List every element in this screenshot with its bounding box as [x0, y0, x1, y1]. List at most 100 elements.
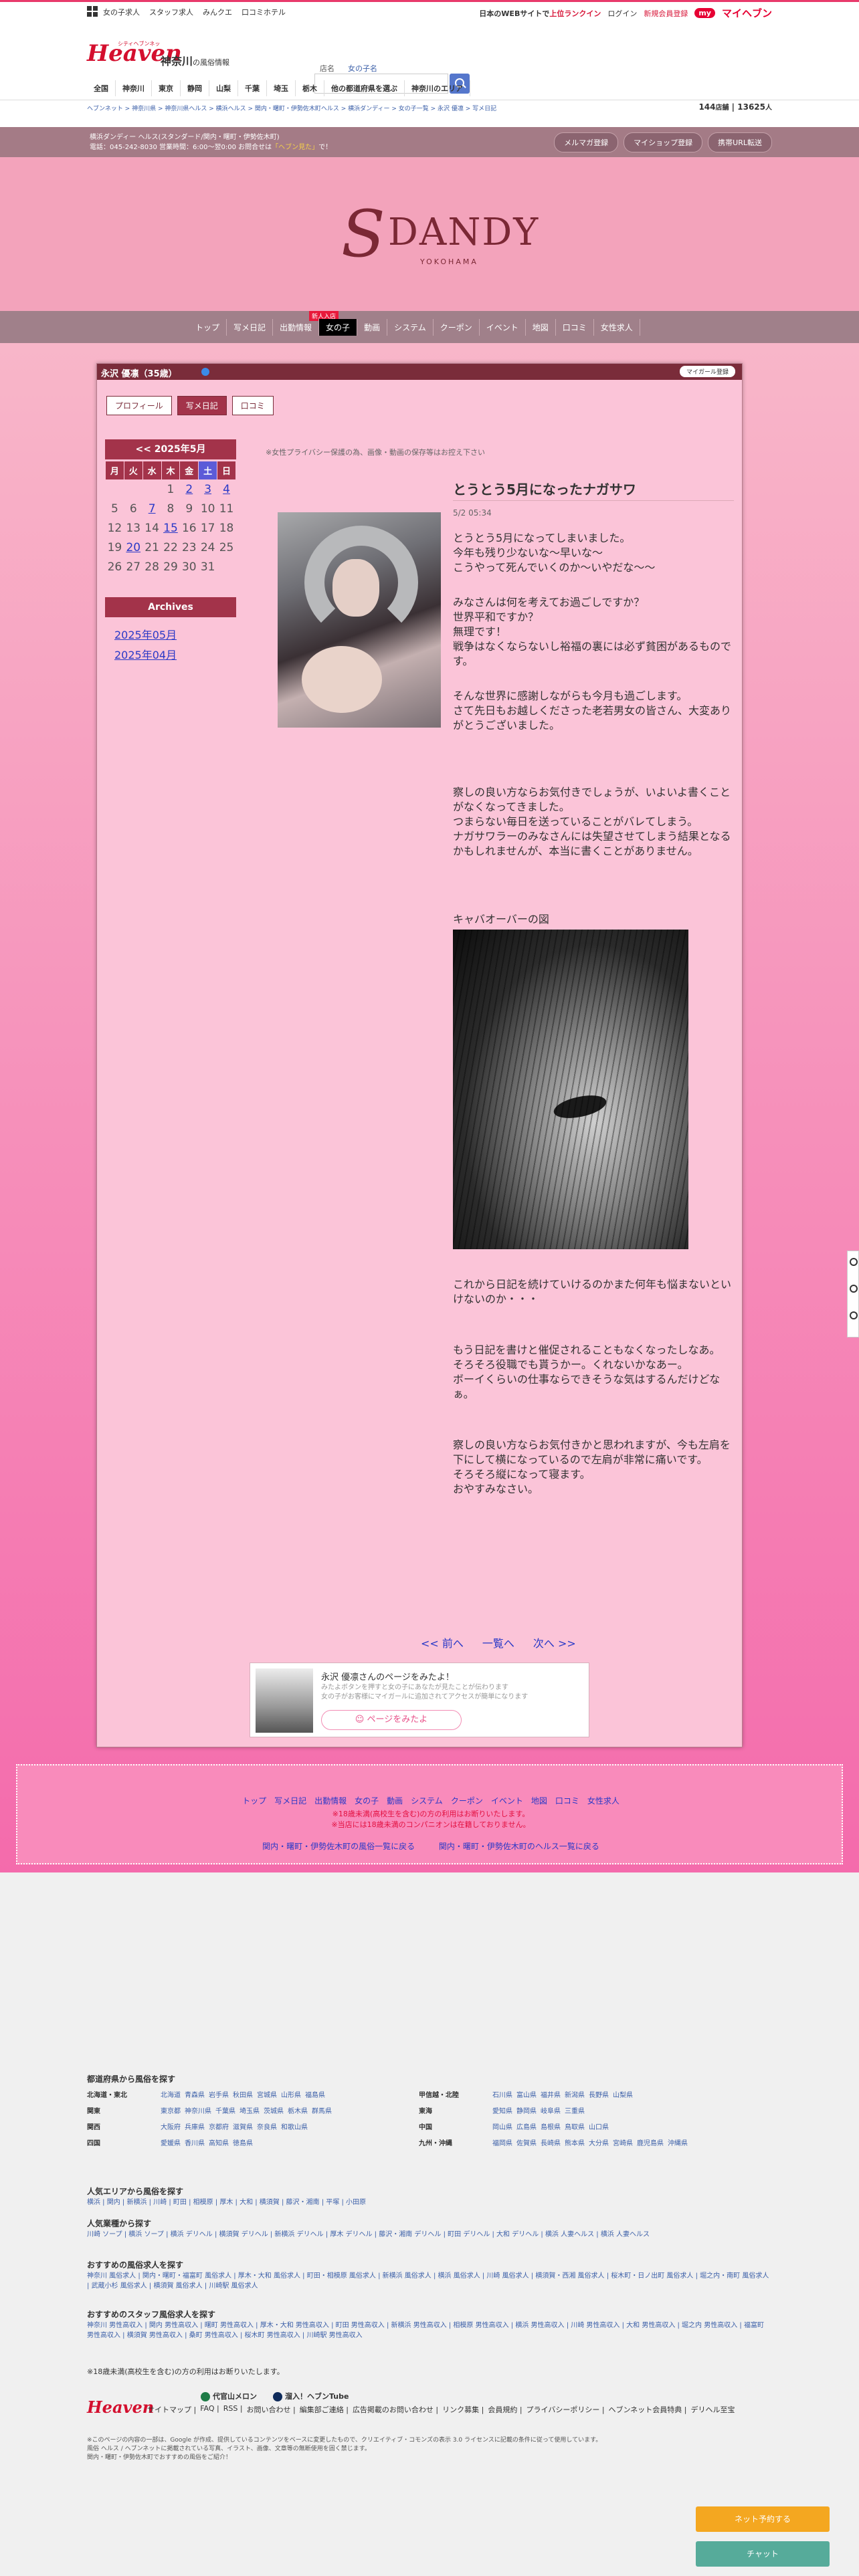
pref-link[interactable]: 大分県	[589, 2140, 613, 2147]
dandy-logo[interactable]: S DANDY YOKOHAMA	[341, 197, 538, 278]
nav-map[interactable]: 地図	[526, 319, 556, 336]
pref-link[interactable]: 栃木県	[288, 2108, 312, 2115]
footer-nav-link[interactable]: 女の子	[351, 1796, 383, 1806]
area-nav-item[interactable]: 全国	[87, 80, 116, 96]
pref-link[interactable]: 茨城県	[264, 2108, 288, 2115]
pref-link[interactable]: 奈良県	[257, 2124, 281, 2131]
mitayo-button[interactable]: ☺ ページをみたよ	[321, 1710, 462, 1730]
top-link-hotel[interactable]: 口コミホテル	[242, 7, 286, 17]
mobile-url-button[interactable]: 携帯URL転送	[708, 132, 772, 152]
pref-link[interactable]: 静岡県	[516, 2108, 541, 2115]
pref-link[interactable]: 島根県	[541, 2124, 565, 2131]
footer-menu-link[interactable]: 編集部ご連絡 |	[300, 2404, 349, 2415]
calendar-day[interactable]: 3	[199, 480, 217, 500]
pref-link[interactable]: 長崎県	[541, 2140, 565, 2147]
area-nav-item[interactable]: 神奈川	[116, 80, 152, 96]
calendar-day[interactable]: 4	[217, 480, 236, 500]
pref-link[interactable]: 岡山県	[492, 2124, 516, 2131]
tab-profile[interactable]: プロフィール	[106, 396, 172, 415]
footer-nav-link[interactable]: 出勤情報	[310, 1796, 351, 1806]
next-link[interactable]: 次へ >>	[533, 1634, 576, 1650]
footer-nav-link[interactable]: 口コミ	[551, 1796, 583, 1806]
pref-link[interactable]: 山梨県	[613, 2092, 637, 2099]
pref-link[interactable]: 兵庫県	[185, 2124, 209, 2131]
pref-link[interactable]: 鳥取県	[565, 2124, 589, 2131]
back-to-area-link[interactable]: 関内・曙町・伊勢佐木町の風俗一覧に戻る	[252, 1842, 425, 1851]
nav-video[interactable]: 動画	[357, 319, 388, 336]
pref-link[interactable]: 神奈川県	[185, 2108, 215, 2115]
pref-link[interactable]: 岩手県	[209, 2092, 233, 2099]
pref-link[interactable]: 滋賀県	[233, 2124, 257, 2131]
pref-link[interactable]: 広島県	[516, 2124, 541, 2131]
pref-link[interactable]: 岐阜県	[541, 2108, 565, 2115]
footer-menu-link[interactable]: FAQ |	[200, 2404, 219, 2415]
nav-diary[interactable]: 写メ日記	[227, 319, 274, 336]
calendar-title[interactable]: << 2025年5月	[105, 439, 236, 459]
popular-type-links[interactable]: 川崎 ソープ | 横浜 ソープ | 横浜 デリヘル | 横須賀 デリヘル | 新…	[87, 2230, 769, 2240]
pref-link[interactable]: 群馬県	[312, 2108, 336, 2115]
net-reserve-button[interactable]: ネット予約する	[696, 2506, 830, 2532]
side-float-bar[interactable]	[847, 1251, 859, 1337]
grid-menu-icon[interactable]	[87, 6, 98, 17]
register-link[interactable]: 新規会員登録	[644, 8, 688, 19]
pref-link[interactable]: 新潟県	[565, 2092, 589, 2099]
pref-link[interactable]: 大阪府	[161, 2124, 185, 2131]
footer-menu-link[interactable]: RSS |	[223, 2404, 243, 2415]
footer-logo[interactable]: Heaven	[87, 2397, 154, 2417]
pref-link[interactable]: 宮城県	[257, 2092, 281, 2099]
pref-link[interactable]: 山口県	[589, 2124, 613, 2131]
calendar-day[interactable]: 7	[142, 500, 161, 519]
pref-link[interactable]: 福岡県	[492, 2140, 516, 2147]
pref-link[interactable]: 東京都	[161, 2108, 185, 2115]
footer-menu-link[interactable]: 広告掲載のお問い合わせ |	[353, 2404, 438, 2415]
footer-menu-link[interactable]: プライバシーポリシー |	[527, 2404, 605, 2415]
prev-link[interactable]: << 前へ	[421, 1634, 464, 1650]
nav-schedule[interactable]: 出勤情報	[273, 319, 320, 336]
area-nav-item[interactable]: 埼玉	[267, 80, 296, 96]
pref-link[interactable]: 青森県	[185, 2092, 209, 2099]
nav-event[interactable]: イベント	[480, 319, 526, 336]
area-nav-item[interactable]: 千葉	[238, 80, 267, 96]
footer-menu-link[interactable]: リンク募集 |	[442, 2404, 484, 2415]
pref-link[interactable]: 秋田県	[233, 2092, 257, 2099]
footer-nav-link[interactable]: システム	[407, 1796, 447, 1806]
footer-nav-link[interactable]: 地図	[527, 1796, 551, 1806]
nav-girls[interactable]: 女の子	[319, 319, 358, 336]
pref-link[interactable]: 北海道	[161, 2092, 185, 2099]
pref-link[interactable]: 沖縄県	[668, 2140, 692, 2147]
calendar-day[interactable]: 20	[124, 538, 142, 558]
pref-link[interactable]: 和歌山県	[281, 2124, 312, 2131]
pref-link[interactable]: 佐賀県	[516, 2140, 541, 2147]
footer-menu-link[interactable]: デリヘル至宝	[691, 2404, 735, 2415]
area-nav-item[interactable]: 栃木	[296, 80, 324, 96]
archive-link[interactable]: 2025年05月	[114, 626, 177, 642]
chat-button[interactable]: チャット	[696, 2541, 830, 2567]
footer-nav-link[interactable]: クーポン	[447, 1796, 487, 1806]
nav-review[interactable]: 口コミ	[556, 319, 594, 336]
tube-link[interactable]: 溜入！ヘブンTube	[273, 2391, 349, 2401]
diary-photo[interactable]	[453, 930, 688, 1249]
archive-link[interactable]: 2025年04月	[114, 646, 177, 662]
pref-link[interactable]: 富山県	[516, 2092, 541, 2099]
pref-link[interactable]: 鹿児島県	[637, 2140, 668, 2147]
pref-link[interactable]: 愛媛県	[161, 2140, 185, 2147]
pref-link[interactable]: 愛知県	[492, 2108, 516, 2115]
area-nav-item[interactable]: 他の都道府県を選ぶ	[324, 80, 405, 96]
nav-top[interactable]: トップ	[189, 319, 227, 336]
footer-nav-link[interactable]: 動画	[383, 1796, 407, 1806]
breadcrumb[interactable]: ヘブンネット > 神奈川県 > 神奈川県ヘルス > 横浜ヘルス > 関内・曙町・…	[87, 104, 496, 112]
login-link[interactable]: ログイン	[607, 8, 637, 19]
pref-link[interactable]: 宮崎県	[613, 2140, 637, 2147]
back-to-health-link[interactable]: 関内・曙町・伊勢佐木町のヘルス一覧に戻る	[428, 1842, 610, 1851]
girl-thumbnail[interactable]	[256, 1669, 313, 1733]
nav-coupon[interactable]: クーポン	[434, 319, 480, 336]
area-nav-item[interactable]: 静岡	[181, 80, 209, 96]
pref-link[interactable]: 長野県	[589, 2092, 613, 2099]
pref-link[interactable]: 三重県	[565, 2108, 589, 2115]
calendar-day[interactable]: 2	[180, 480, 199, 500]
pref-link[interactable]: 高知県	[209, 2140, 233, 2147]
footer-menu-link[interactable]: サイトマップ |	[147, 2404, 196, 2415]
pref-link[interactable]: 香川県	[185, 2140, 209, 2147]
pref-link[interactable]: 京都府	[209, 2124, 233, 2131]
footer-menu-link[interactable]: ヘブンネット会員特典 |	[609, 2404, 687, 2415]
